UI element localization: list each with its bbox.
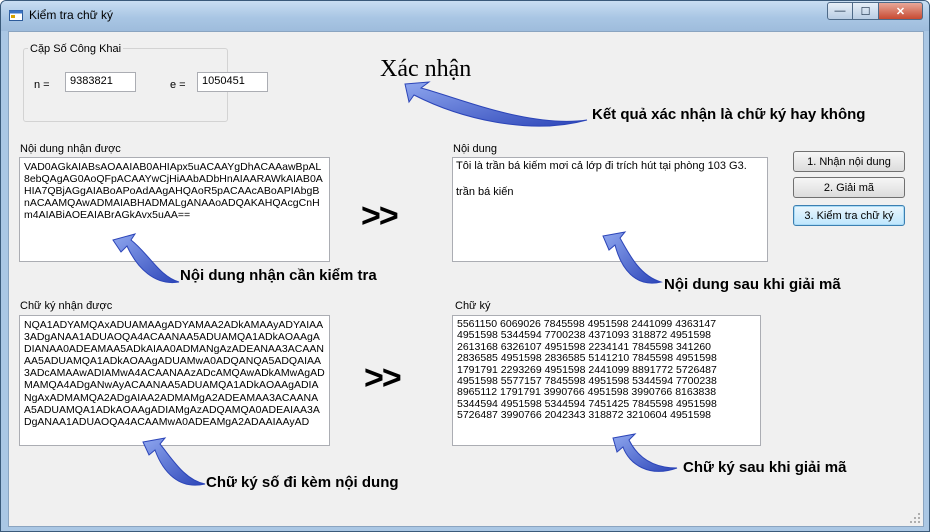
minimize-button[interactable]: — bbox=[827, 2, 853, 20]
maximize-button[interactable]: ☐ bbox=[853, 2, 879, 20]
curved-arrow-icon bbox=[112, 233, 180, 284]
window-title: Kiểm tra chữ ký bbox=[29, 8, 114, 22]
resize-grip-icon[interactable] bbox=[909, 512, 921, 524]
curved-arrow-icon bbox=[404, 81, 588, 127]
app-window: Kiểm tra chữ ký — ☐ ✕ Cặp Số Công Khai n… bbox=[0, 0, 930, 532]
close-button[interactable]: ✕ bbox=[879, 2, 923, 20]
curved-arrow-icon bbox=[612, 433, 678, 472]
curved-arrow-icon bbox=[602, 231, 663, 284]
app-icon bbox=[9, 10, 23, 21]
curved-arrow-icon bbox=[142, 437, 206, 486]
form-client-area: Cặp Số Công Khai n = 9383821 e = 1050451… bbox=[8, 31, 924, 527]
annotation-arrows bbox=[112, 81, 678, 486]
title-bar[interactable]: Kiểm tra chữ ký — ☐ ✕ bbox=[1, 1, 929, 31]
